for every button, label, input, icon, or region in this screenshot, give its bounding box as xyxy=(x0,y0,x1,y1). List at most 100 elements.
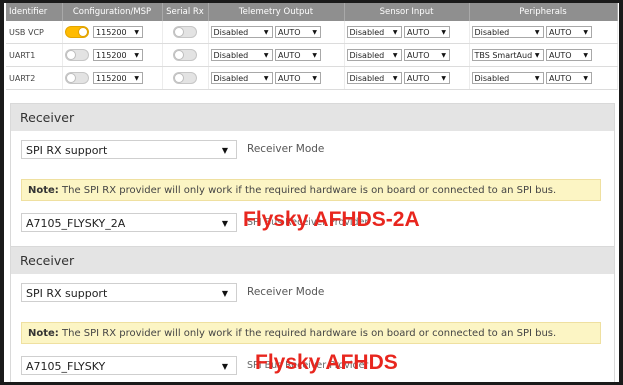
telemetry-baud-value: AUTO xyxy=(278,28,301,37)
receiver-mode-value: SPI RX support xyxy=(26,287,108,300)
telemetry-select[interactable]: Disabled ▼ xyxy=(210,49,273,61)
sensor-cell: Disabled ▼ AUTO ▼ xyxy=(344,21,470,44)
chevron-down-icon: ▼ xyxy=(312,29,318,36)
sensor-select[interactable]: Disabled ▼ xyxy=(346,49,402,61)
receiver-mode-select[interactable]: SPI RX support ▼ xyxy=(21,283,237,302)
port-identifier: UART1 xyxy=(6,43,63,67)
sensor-baud-select[interactable]: AUTO ▼ xyxy=(404,72,451,84)
serial-rx-cell xyxy=(162,43,209,67)
msp-toggle[interactable] xyxy=(64,26,89,38)
msp-baud-value: 115200 xyxy=(96,51,127,60)
sensor-select[interactable]: Disabled ▼ xyxy=(346,72,402,84)
chevron-down-icon: ▼ xyxy=(134,75,140,82)
receiver-mode-select[interactable]: SPI RX support ▼ xyxy=(21,140,237,159)
table-row: UART1 115200 ▼ Disabled ▼ AUTO ▼ Disabled ▼ … xyxy=(6,43,618,67)
sensor-value: Disabled xyxy=(349,28,385,37)
peripheral-cell: TBS SmartAud ▼ AUTO ▼ xyxy=(469,43,618,67)
table-row: UART2 115200 ▼ Disabled ▼ AUTO ▼ Disabled ▼ … xyxy=(6,66,618,90)
chevron-down-icon: ▼ xyxy=(441,52,447,59)
serial-rx-cell xyxy=(162,21,209,44)
serial-rx-toggle[interactable] xyxy=(173,72,197,84)
toggle-knob xyxy=(65,50,76,60)
serial-rx-toggle[interactable] xyxy=(173,49,197,61)
port-identifier: UART2 xyxy=(6,66,63,90)
msp-cell: 115200 ▼ xyxy=(62,66,163,90)
peripheral-select[interactable]: Disabled ▼ xyxy=(471,26,544,38)
sensor-baud-value: AUTO xyxy=(407,28,430,37)
sensor-cell: Disabled ▼ AUTO ▼ xyxy=(344,66,470,90)
peripheral-baud-value: AUTO xyxy=(549,74,572,83)
spi-note: Note: The SPI RX provider will only work… xyxy=(21,179,601,201)
header-serial-rx: Serial Rx xyxy=(162,3,209,21)
telemetry-baud-select[interactable]: AUTO ▼ xyxy=(275,26,322,38)
panel-title: Receiver xyxy=(11,247,614,274)
peripheral-baud-select[interactable]: AUTO ▼ xyxy=(546,72,593,84)
sensor-baud-select[interactable]: AUTO ▼ xyxy=(404,49,451,61)
chevron-down-icon: ▼ xyxy=(392,52,398,59)
chevron-down-icon: ▼ xyxy=(263,52,269,59)
peripheral-baud-value: AUTO xyxy=(549,28,572,37)
msp-baud-select[interactable]: 115200 ▼ xyxy=(93,49,144,61)
chevron-down-icon: ▼ xyxy=(312,52,318,59)
spi-provider-value: A7105_FLYSKY xyxy=(26,360,106,373)
note-text: The SPI RX provider will only work if th… xyxy=(58,185,557,196)
spi-note: Note: The SPI RX provider will only work… xyxy=(21,322,601,344)
chevron-down-icon: ▼ xyxy=(392,75,398,82)
overlay-annotation: Flysky AFHDS xyxy=(255,351,398,374)
msp-toggle[interactable] xyxy=(64,49,89,61)
receiver-mode-label: Receiver Mode xyxy=(247,143,325,155)
msp-toggle[interactable] xyxy=(64,72,89,84)
telemetry-select[interactable]: Disabled ▼ xyxy=(210,26,273,38)
sensor-baud-select[interactable]: AUTO ▼ xyxy=(404,26,451,38)
telemetry-cell: Disabled ▼ AUTO ▼ xyxy=(208,21,345,44)
peripheral-baud-select[interactable]: AUTO ▼ xyxy=(546,49,593,61)
chevron-down-icon: ▼ xyxy=(392,29,398,36)
telemetry-value: Disabled xyxy=(213,74,249,83)
telemetry-baud-select[interactable]: AUTO ▼ xyxy=(275,49,322,61)
spi-provider-select[interactable]: A7105_FLYSKY_2A ▼ xyxy=(21,213,237,232)
telemetry-cell: Disabled ▼ AUTO ▼ xyxy=(208,43,345,67)
toggle-knob xyxy=(65,73,76,83)
panel-title: Receiver xyxy=(11,104,614,131)
msp-cell: 115200 ▼ xyxy=(62,21,163,44)
port-identifier: USB VCP xyxy=(6,21,63,44)
msp-baud-select[interactable]: 115200 ▼ xyxy=(93,26,144,38)
msp-baud-value: 115200 xyxy=(96,74,127,83)
chevron-down-icon: ▼ xyxy=(534,52,540,59)
header-telemetry-output: Telemetry Output xyxy=(208,3,345,21)
peripheral-select[interactable]: TBS SmartAud ▼ xyxy=(471,49,544,61)
peripheral-value: Disabled xyxy=(474,74,510,83)
header-peripherals: Peripherals xyxy=(469,3,618,21)
peripheral-cell: Disabled ▼ AUTO ▼ xyxy=(469,66,618,90)
telemetry-baud-value: AUTO xyxy=(278,51,301,60)
chevron-down-icon: ▼ xyxy=(134,52,140,59)
note-text: The SPI RX provider will only work if th… xyxy=(58,328,557,339)
chevron-down-icon: ▼ xyxy=(263,75,269,82)
serial-rx-cell xyxy=(162,66,209,90)
toggle-knob xyxy=(174,50,184,60)
spi-provider-select[interactable]: A7105_FLYSKY ▼ xyxy=(21,356,237,375)
chevron-down-icon: ▼ xyxy=(534,29,540,36)
msp-baud-select[interactable]: 115200 ▼ xyxy=(93,72,144,84)
receiver-panel-afhds: Receiver SPI RX support ▼ Receiver Mode … xyxy=(10,246,615,382)
toggle-knob xyxy=(77,27,88,37)
chevron-down-icon: ▼ xyxy=(221,146,228,155)
serial-rx-toggle[interactable] xyxy=(173,26,197,38)
header-sensor-input: Sensor Input xyxy=(344,3,470,21)
ports-table: Identifier Configuration/MSP Serial Rx T… xyxy=(6,3,618,90)
receiver-panel-afhds2a: Receiver SPI RX support ▼ Receiver Mode … xyxy=(10,103,615,247)
peripheral-baud-select[interactable]: AUTO ▼ xyxy=(546,26,593,38)
note-label: Note: xyxy=(28,328,59,339)
telemetry-select[interactable]: Disabled ▼ xyxy=(210,72,273,84)
chevron-down-icon: ▼ xyxy=(583,52,589,59)
chevron-down-icon: ▼ xyxy=(441,75,447,82)
sensor-select[interactable]: Disabled ▼ xyxy=(346,26,402,38)
sensor-baud-value: AUTO xyxy=(407,51,430,60)
overlay-annotation: Flysky AFHDS-2A xyxy=(243,208,420,231)
chevron-down-icon: ▼ xyxy=(583,75,589,82)
receiver-mode-value: SPI RX support xyxy=(26,144,108,157)
peripheral-value: Disabled xyxy=(474,28,510,37)
peripheral-select[interactable]: Disabled ▼ xyxy=(471,72,544,84)
telemetry-baud-select[interactable]: AUTO ▼ xyxy=(275,72,322,84)
telemetry-value: Disabled xyxy=(213,51,249,60)
